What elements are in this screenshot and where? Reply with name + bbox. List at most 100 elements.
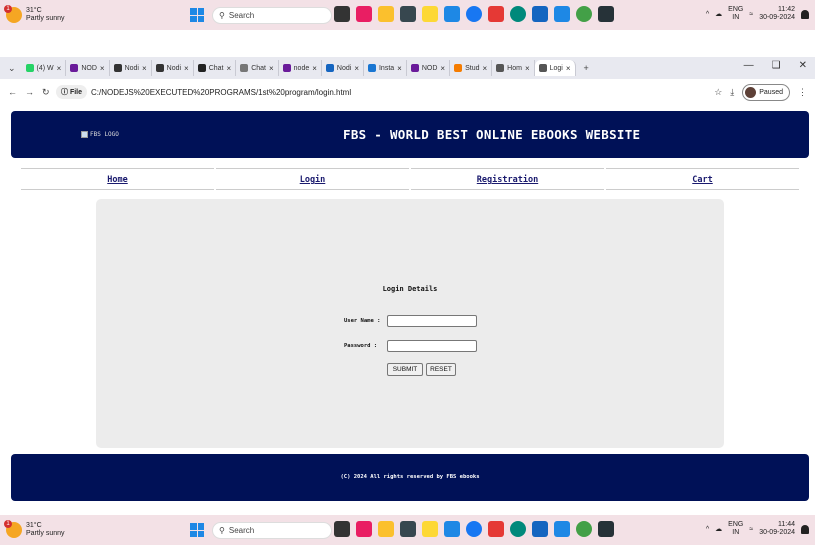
facebook-icon[interactable] bbox=[466, 6, 482, 22]
submit-button[interactable]: SUBMIT bbox=[387, 363, 423, 376]
taskview-icon[interactable] bbox=[334, 6, 350, 22]
close-window-icon[interactable]: ✕ bbox=[799, 60, 807, 71]
taskbar-search[interactable]: ⚲ Search bbox=[212, 7, 332, 24]
windows-start-icon[interactable] bbox=[190, 8, 204, 22]
tab-close-icon[interactable]: × bbox=[312, 64, 317, 73]
tab-close-icon[interactable]: × bbox=[440, 64, 445, 73]
store-icon[interactable] bbox=[400, 521, 416, 537]
onedrive-icon[interactable]: ☁ bbox=[715, 525, 722, 533]
profile-paused-button[interactable]: Paused bbox=[742, 84, 790, 101]
browser-tab[interactable]: Chat × bbox=[194, 60, 237, 76]
app-icon[interactable] bbox=[422, 521, 438, 537]
tab-close-icon[interactable]: × bbox=[354, 64, 359, 73]
explorer-icon[interactable] bbox=[378, 521, 394, 537]
tab-close-icon[interactable]: × bbox=[482, 64, 487, 73]
browser-tab[interactable]: node × bbox=[279, 60, 322, 76]
forward-arrow-icon[interactable]: → bbox=[25, 87, 34, 97]
language-indicator[interactable]: ENG IN bbox=[728, 6, 743, 22]
tab-close-icon[interactable]: × bbox=[57, 64, 62, 73]
onedrive-icon[interactable]: ☁ bbox=[715, 10, 722, 18]
facebook-icon[interactable] bbox=[466, 521, 482, 537]
wifi-icon[interactable]: ≈ bbox=[749, 11, 753, 18]
taskview-icon[interactable] bbox=[334, 521, 350, 537]
terminal-icon[interactable] bbox=[598, 521, 614, 537]
app-icon[interactable] bbox=[422, 6, 438, 22]
minimize-icon[interactable]: — bbox=[744, 60, 754, 71]
word-icon[interactable] bbox=[554, 521, 570, 537]
chevron-up-icon[interactable]: ^ bbox=[706, 11, 709, 18]
weather-widget[interactable]: 1 31°C Partly sunny bbox=[4, 520, 65, 538]
vscode-icon[interactable] bbox=[532, 521, 548, 537]
tab-close-icon[interactable]: × bbox=[525, 64, 530, 73]
browser-tab[interactable]: Nodi × bbox=[322, 60, 364, 76]
url-input[interactable]: ⓘ File C:/NODEJS%20EXECUTED%20PROGRAMS/1… bbox=[56, 82, 746, 102]
chevron-up-icon[interactable]: ^ bbox=[706, 526, 709, 533]
nav-link-login[interactable]: Login bbox=[216, 168, 409, 190]
clock[interactable]: 11:42 30-09-2024 bbox=[759, 6, 795, 22]
tab-favicon-icon bbox=[240, 64, 249, 72]
terminal-icon[interactable] bbox=[598, 6, 614, 22]
tab-search-chevron-icon[interactable]: ⌄ bbox=[8, 63, 16, 74]
windows-start-icon[interactable] bbox=[190, 523, 204, 537]
mail-icon[interactable] bbox=[444, 6, 460, 22]
store-icon[interactable] bbox=[400, 6, 416, 22]
back-arrow-icon[interactable]: ← bbox=[8, 87, 17, 97]
file-badge[interactable]: ⓘ File bbox=[56, 85, 88, 99]
username-input[interactable] bbox=[387, 315, 477, 327]
new-tab-button[interactable]: + bbox=[584, 63, 589, 73]
reset-button[interactable]: RESET bbox=[426, 363, 456, 376]
vscode-icon[interactable] bbox=[532, 6, 548, 22]
tab-close-icon[interactable]: × bbox=[227, 64, 232, 73]
browser-tab[interactable]: Nodi × bbox=[110, 60, 152, 76]
nav-link-registration[interactable]: Registration bbox=[411, 168, 604, 190]
reload-icon[interactable]: ↻ bbox=[42, 87, 50, 98]
restore-icon[interactable]: ❑ bbox=[772, 60, 781, 71]
browser-tab[interactable]: Nodi × bbox=[152, 60, 194, 76]
mail-icon[interactable] bbox=[444, 521, 460, 537]
bookmark-star-icon[interactable]: ☆ bbox=[714, 87, 722, 98]
language-indicator[interactable]: ENG IN bbox=[728, 521, 743, 537]
explorer-icon[interactable] bbox=[378, 6, 394, 22]
browser-tab[interactable]: Hom × bbox=[492, 60, 535, 76]
taskbar-search[interactable]: ⚲ Search bbox=[212, 522, 332, 539]
browser-tab[interactable]: NOD × bbox=[407, 60, 451, 76]
browser-tab[interactable]: NOD × bbox=[66, 60, 110, 76]
tab-close-icon[interactable]: × bbox=[100, 64, 105, 73]
tab-close-icon[interactable]: × bbox=[142, 64, 147, 73]
browser-tab[interactable]: Chat × bbox=[236, 60, 279, 76]
notification-bell-icon[interactable] bbox=[801, 524, 809, 534]
wifi-icon[interactable]: ≈ bbox=[749, 526, 753, 533]
youtube-icon[interactable] bbox=[488, 521, 504, 537]
nav-link-home[interactable]: Home bbox=[21, 168, 214, 190]
clock[interactable]: 11:44 30-09-2024 bbox=[759, 521, 795, 537]
password-input[interactable] bbox=[387, 340, 477, 352]
tab-close-icon[interactable]: × bbox=[269, 64, 274, 73]
tab-close-icon[interactable]: × bbox=[566, 64, 571, 73]
chrome-icon[interactable] bbox=[576, 6, 592, 22]
clock-time: 11:42 bbox=[778, 6, 795, 13]
tab-favicon-icon bbox=[282, 64, 291, 72]
tab-label: Logi bbox=[549, 64, 563, 72]
word-icon[interactable] bbox=[554, 6, 570, 22]
kebab-menu-icon[interactable]: ⋮ bbox=[798, 87, 807, 98]
edge-icon[interactable] bbox=[510, 6, 526, 22]
tab-close-icon[interactable]: × bbox=[397, 64, 402, 73]
copilot-icon[interactable] bbox=[356, 521, 372, 537]
browser-tab[interactable]: Stud × bbox=[450, 60, 493, 76]
browser-tab[interactable]: Logi × bbox=[534, 60, 576, 76]
lang-region: IN bbox=[732, 14, 740, 21]
download-icon[interactable]: ⤓ bbox=[730, 87, 734, 98]
copilot-icon[interactable] bbox=[356, 6, 372, 22]
edge-icon[interactable] bbox=[510, 521, 526, 537]
broken-image-icon bbox=[81, 131, 88, 138]
browser-tab[interactable]: Insta × bbox=[364, 60, 407, 76]
nav-link-cart[interactable]: Cart bbox=[606, 168, 799, 190]
notification-bell-icon[interactable] bbox=[801, 9, 809, 19]
tab-close-icon[interactable]: × bbox=[184, 64, 189, 73]
tab-favicon-icon bbox=[113, 64, 122, 72]
tab-favicon-icon bbox=[325, 64, 334, 72]
chrome-icon[interactable] bbox=[576, 521, 592, 537]
weather-widget[interactable]: 1 31°C Partly sunny bbox=[4, 5, 65, 23]
youtube-icon[interactable] bbox=[488, 6, 504, 22]
browser-tab[interactable]: (4) W × bbox=[22, 60, 67, 76]
